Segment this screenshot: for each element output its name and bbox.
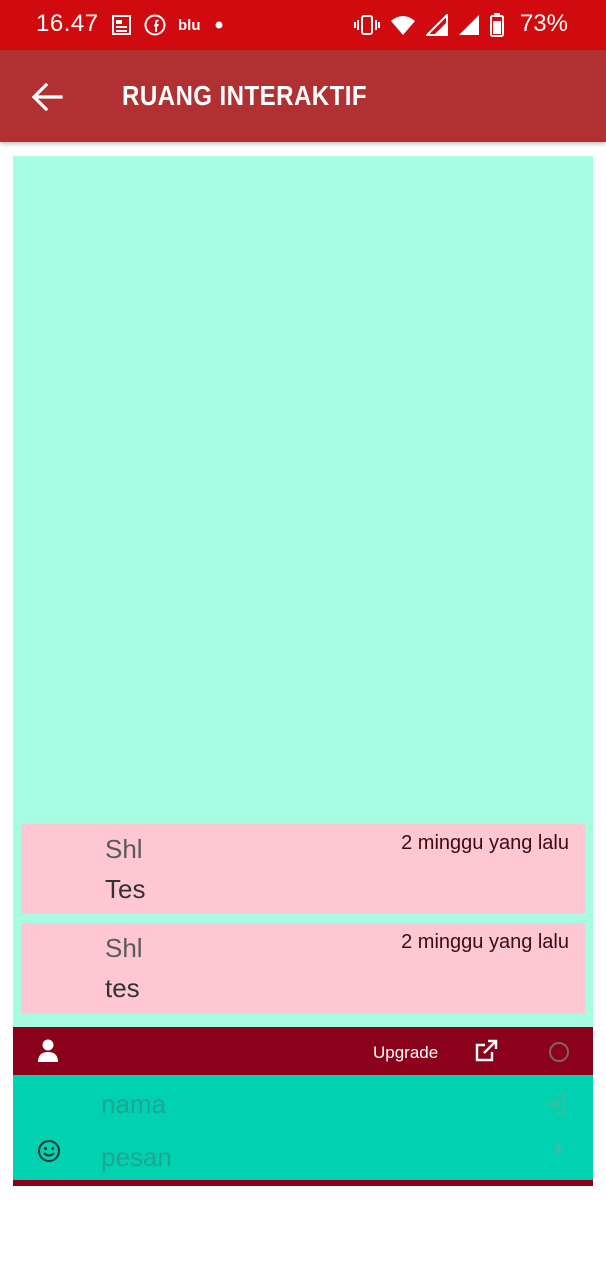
chat-area[interactable]: Shl Tes 2 minggu yang lalu Shl tes 2 min… — [13, 156, 593, 1027]
chat-input-area — [13, 1075, 593, 1186]
input-divider — [13, 1180, 593, 1186]
chevron-right-icon[interactable] — [554, 1141, 566, 1157]
user-icon[interactable] — [37, 1039, 59, 1063]
system-icons — [354, 12, 504, 38]
signal-icon — [426, 14, 448, 36]
newspaper-icon — [112, 15, 131, 35]
message-author: Shl — [105, 933, 143, 963]
sign-in-icon[interactable] — [544, 1093, 566, 1115]
battery-icon — [490, 13, 504, 37]
status-bar: 16.47 blu 73% — [0, 0, 606, 50]
battery-percent: 73% — [519, 10, 568, 37]
wifi-icon — [391, 16, 415, 35]
upgrade-button[interactable]: Upgrade — [373, 1043, 438, 1063]
external-link-icon[interactable] — [474, 1039, 498, 1063]
circle-icon[interactable] — [549, 1042, 569, 1062]
facebook-icon — [144, 14, 166, 36]
home-pill-icon[interactable] — [0, 1200, 606, 1280]
arrow-left-icon[interactable] — [30, 80, 64, 114]
smiley-icon[interactable] — [37, 1139, 61, 1163]
message-author: Shl — [105, 834, 143, 864]
message-text: Tes — [105, 874, 146, 904]
signal-icon — [459, 15, 479, 35]
message-text: tes — [105, 973, 140, 1003]
message-time: 2 minggu yang lalu — [401, 832, 569, 854]
vibrate-icon — [354, 15, 380, 35]
blu-icon: blu — [178, 16, 201, 34]
message-input[interactable] — [99, 1136, 523, 1178]
app-bar: RUANG INTERAKTIF — [0, 50, 606, 142]
message-time: 2 minggu yang lalu — [401, 931, 569, 953]
status-time: 16.47 — [36, 10, 99, 37]
dot-icon — [215, 21, 222, 29]
name-input[interactable] — [99, 1083, 523, 1125]
notification-icons: blu — [110, 12, 225, 38]
page-title: RUANG INTERAKTIF — [122, 80, 367, 111]
chat-toolbar: Upgrade — [13, 1027, 593, 1075]
message-item: Shl Tes 2 minggu yang lalu — [21, 824, 585, 914]
message-item: Shl tes 2 minggu yang lalu — [21, 923, 585, 1013]
